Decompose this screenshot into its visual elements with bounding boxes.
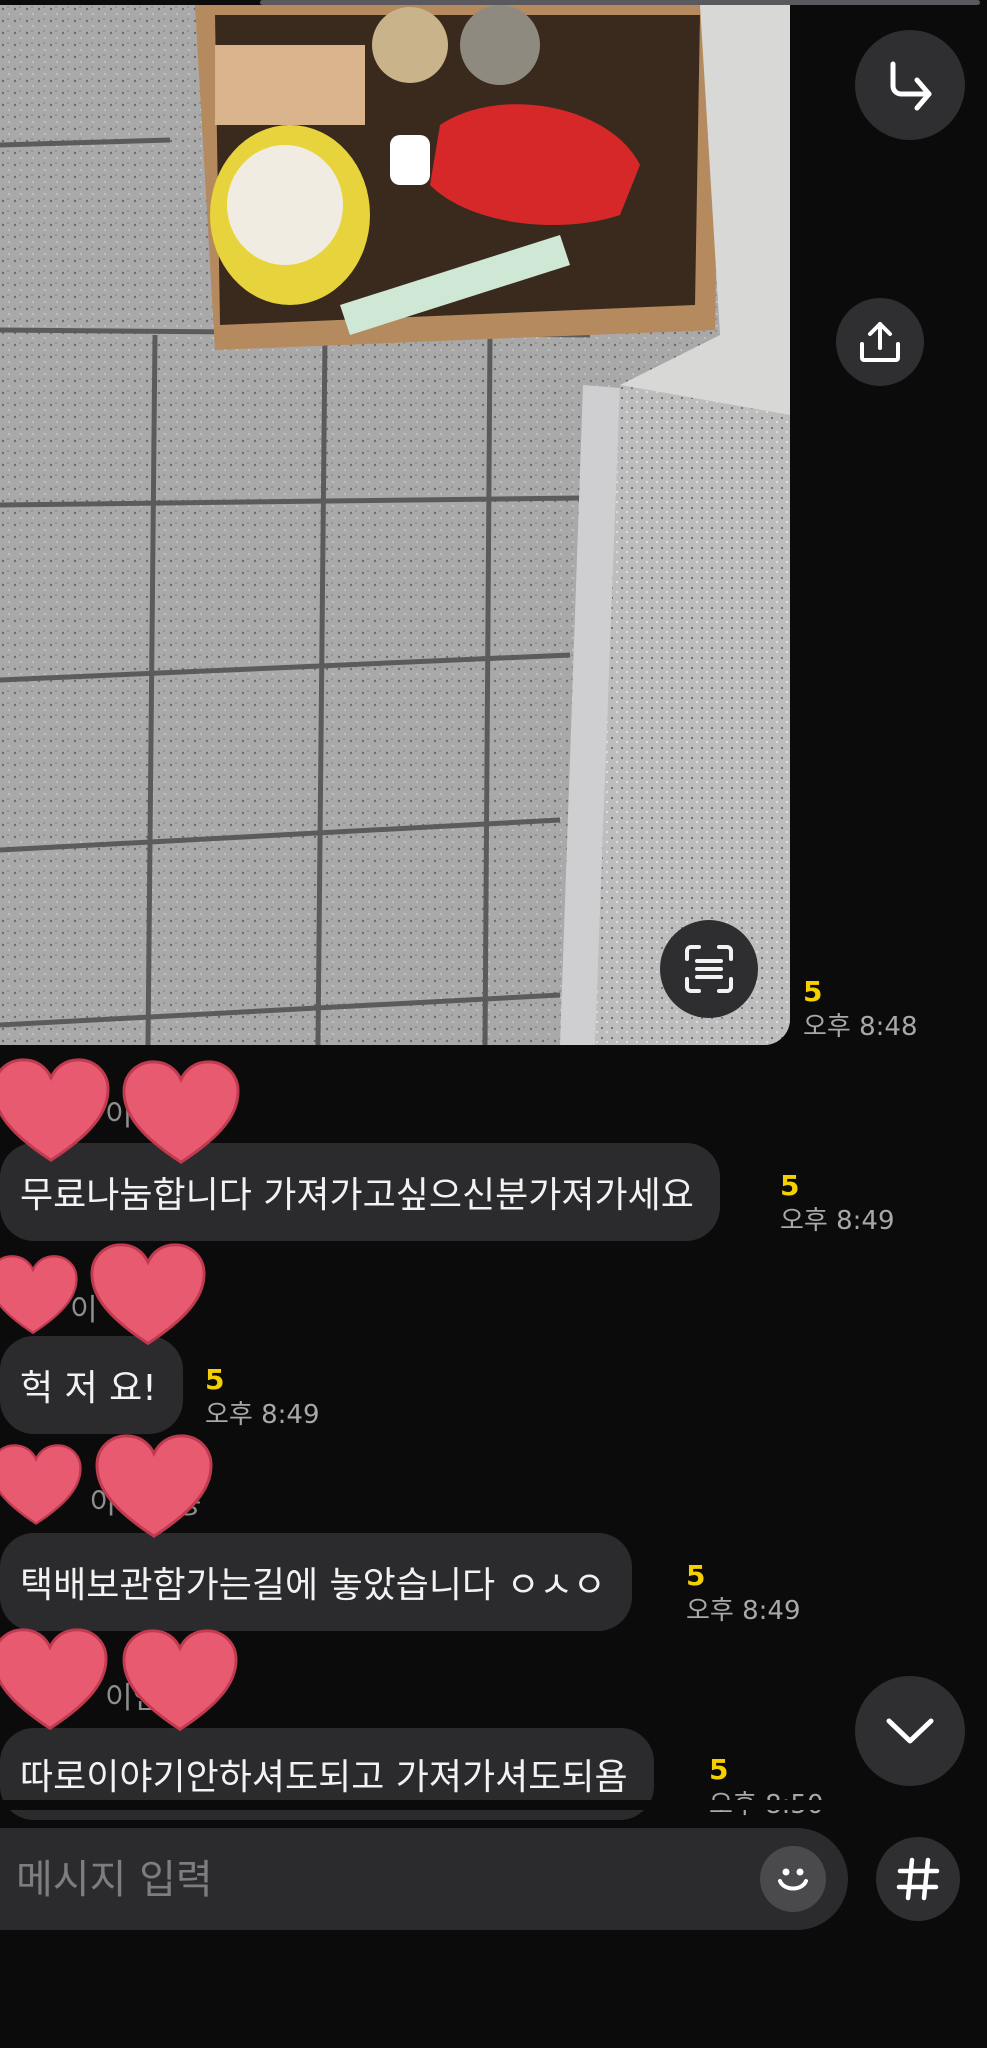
unread-count: 5 — [205, 1363, 225, 1396]
message-input[interactable] — [14, 1846, 738, 1914]
forward-button[interactable] — [855, 30, 965, 140]
hashtag-button[interactable] — [876, 1837, 960, 1921]
message-meta: 5 오후 8:49 — [686, 1559, 801, 1626]
unread-count: 5 — [803, 975, 823, 1008]
scroll-to-bottom-button[interactable] — [855, 1676, 965, 1786]
heart-sticker-icon — [0, 1058, 110, 1162]
message-meta: 5 오후 8:48 — [803, 975, 918, 1042]
heart-sticker-icon — [0, 1628, 108, 1731]
message-meta: 5 오후 8:49 — [780, 1169, 895, 1236]
chevron-down-icon — [886, 1718, 934, 1744]
message-composer — [0, 1828, 848, 1930]
save-button[interactable] — [836, 298, 924, 386]
heart-sticker-icon — [0, 1444, 82, 1525]
emoji-button[interactable] — [760, 1846, 826, 1912]
heart-sticker-icon — [0, 1255, 78, 1335]
shared-photo[interactable] — [0, 5, 790, 1045]
message-time: 오후 8:49 — [780, 1206, 895, 1236]
message-meta: 5 오후 8:49 — [205, 1363, 320, 1430]
unread-count: 5 — [686, 1559, 706, 1592]
hashtag-icon — [896, 1857, 940, 1901]
unread-count: 5 — [709, 1753, 729, 1786]
message-time: 오후 8:49 — [686, 1596, 801, 1626]
message-bubble[interactable]: 택배보관함가는길에 놓았습니다 ㅇㅅㅇ — [0, 1533, 632, 1631]
text-scan-button[interactable] — [660, 920, 758, 1018]
heart-sticker-icon — [122, 1060, 240, 1164]
heart-sticker-icon — [122, 1629, 238, 1732]
photo-image — [0, 5, 790, 1045]
text-scan-icon — [685, 945, 733, 993]
heart-sticker-icon — [90, 1243, 206, 1346]
message-time: 오후 8:49 — [205, 1400, 320, 1430]
message-time: 오후 8:48 — [803, 1012, 918, 1042]
heart-sticker-icon — [95, 1434, 213, 1538]
unread-count: 5 — [780, 1169, 800, 1202]
upload-icon — [860, 322, 900, 362]
emoji-icon — [778, 1868, 808, 1891]
forward-arrow-icon — [890, 61, 932, 111]
list-clip — [0, 1800, 987, 1810]
